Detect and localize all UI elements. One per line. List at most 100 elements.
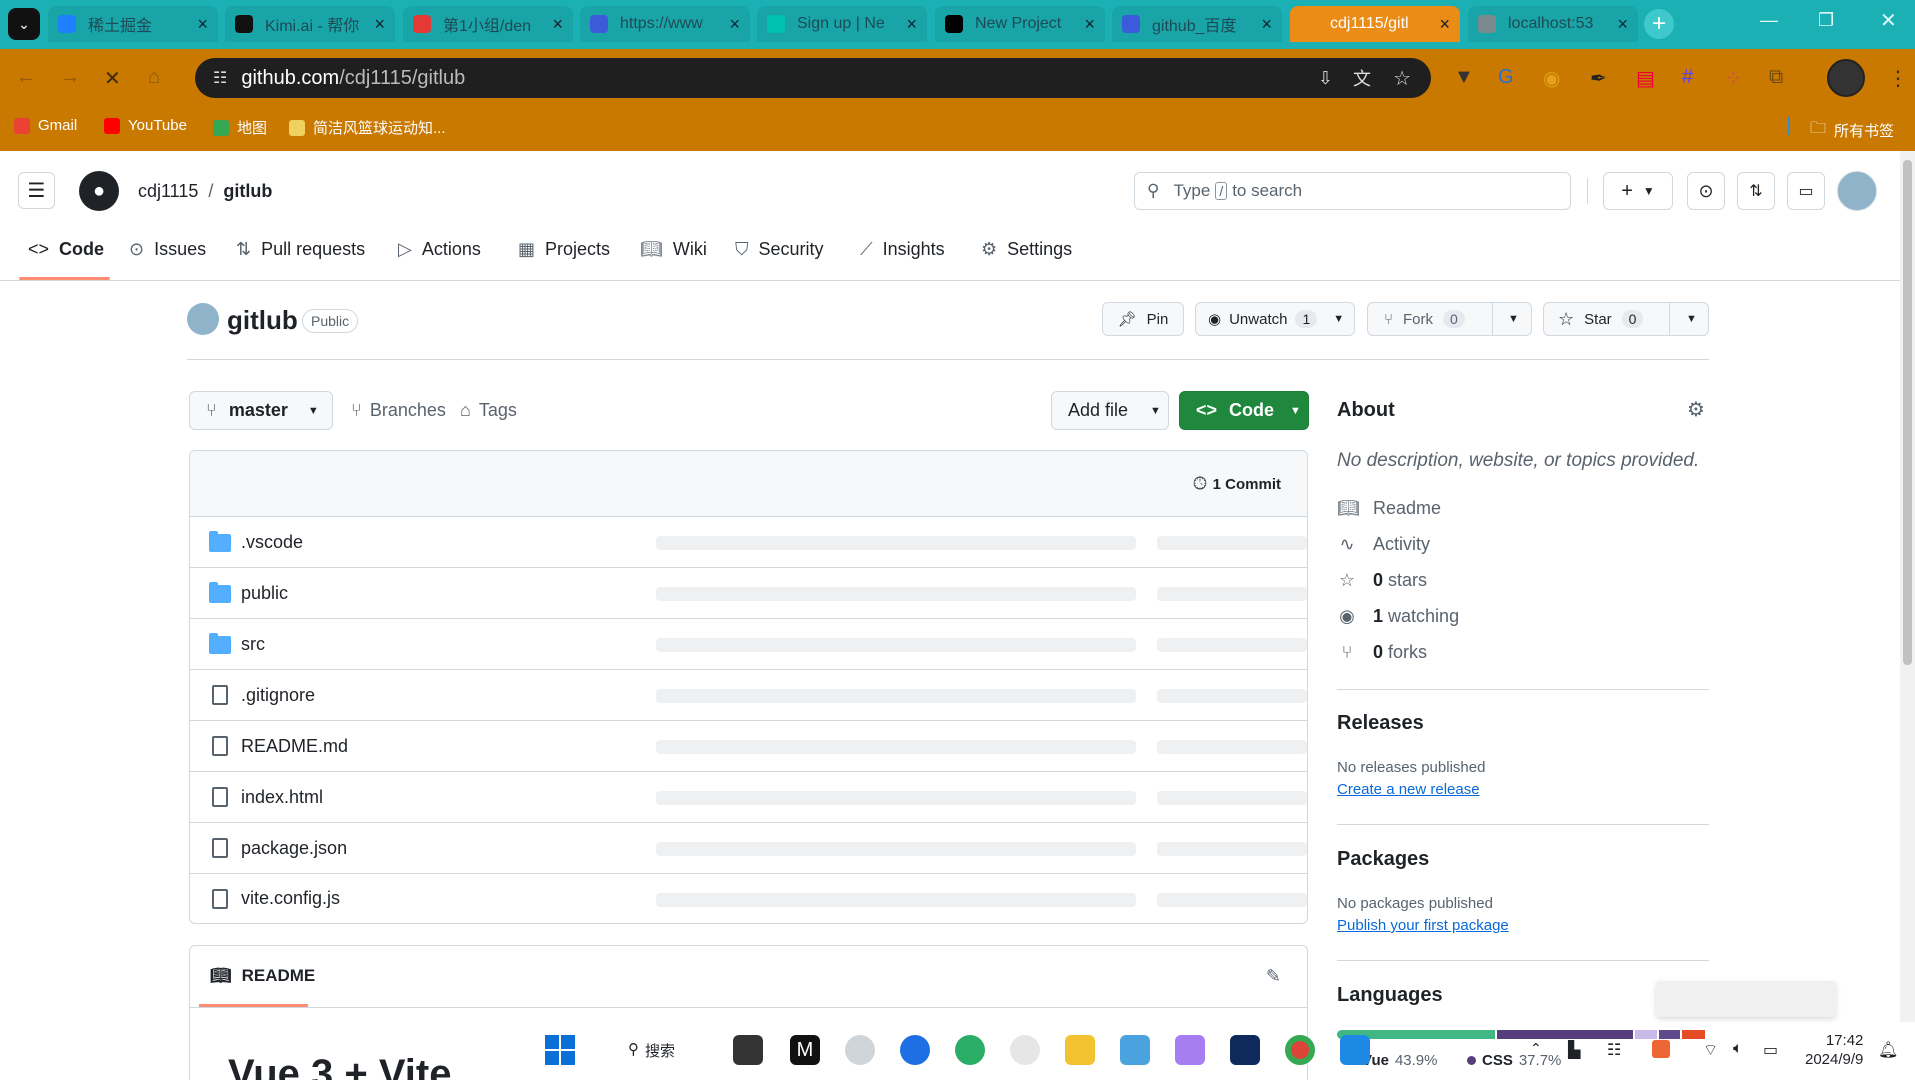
volume-icon[interactable]: 🔈︎ <box>1733 1040 1743 1058</box>
tray-red-app-icon[interactable] <box>1652 1040 1670 1058</box>
extension-shop-icon[interactable]: ▤ <box>1636 66 1655 91</box>
file-name-link[interactable]: .gitignore <box>241 685 315 706</box>
minimize-window-button[interactable]: — <box>1760 10 1778 31</box>
home-icon[interactable]: ⌂ <box>148 66 160 89</box>
qq-icon[interactable] <box>1010 1035 1040 1065</box>
page-scrollbar-thumb[interactable] <box>1903 160 1912 665</box>
notification-bell-icon[interactable]: 🔔︎ <box>1878 1040 1898 1060</box>
table-row[interactable]: README.md <box>189 720 1307 771</box>
fork-button[interactable]: ⑂ Fork 0 ▼ <box>1367 302 1532 336</box>
activity-link[interactable]: ∿ Activity <box>1337 534 1430 555</box>
tray-ime-icon[interactable]: ☷ <box>1607 1040 1621 1060</box>
teamviewer-icon[interactable] <box>1230 1035 1260 1065</box>
create-release-link[interactable]: Create a new release <box>1337 781 1480 798</box>
profile-avatar[interactable] <box>1827 59 1865 97</box>
readme-tab[interactable]: 📖︎ README <box>210 966 315 986</box>
pull-requests-icon[interactable]: ⇅ <box>1737 172 1775 210</box>
file-name-link[interactable]: .vscode <box>241 532 303 553</box>
tab-actions[interactable]: ▷ Actions <box>398 239 481 260</box>
tab-search-button[interactable]: ⌄ <box>8 8 40 40</box>
browser-tab[interactable]: Kimi.ai - 帮你 × <box>225 6 395 42</box>
browser-tab[interactable]: localhost:53 × <box>1468 6 1638 42</box>
extension-translate-icon[interactable]: G <box>1498 66 1514 89</box>
close-tab-icon[interactable]: × <box>729 14 740 35</box>
releases-title[interactable]: Releases <box>1337 712 1424 735</box>
tab-pull-requests[interactable]: ⇅ Pull requests <box>236 239 365 260</box>
edit-pencil-icon[interactable]: ✎ <box>1266 966 1281 987</box>
issues-icon[interactable]: ⊙ <box>1687 172 1725 210</box>
bookmark-youtube[interactable]: YouTube <box>104 117 187 134</box>
code-button[interactable]: <> Code ▼ <box>1179 391 1309 430</box>
close-tab-icon[interactable]: × <box>552 14 563 35</box>
commits-link[interactable]: 🕓︎ 1 Commit <box>1193 474 1281 494</box>
breadcrumb-repo[interactable]: gitlub <box>223 181 272 202</box>
chrome-icon[interactable] <box>1285 1035 1315 1065</box>
browser-tab[interactable]: New Project × <box>935 6 1105 42</box>
extension-v-icon[interactable]: ▼ <box>1454 66 1474 89</box>
vscode-icon[interactable] <box>1340 1035 1370 1065</box>
file-name-link[interactable]: index.html <box>241 787 323 808</box>
close-window-button[interactable]: ✕ <box>1880 8 1897 33</box>
table-row[interactable]: index.html <box>189 771 1307 822</box>
translate-icon[interactable]: 文 <box>1353 65 1371 91</box>
wechat-icon[interactable] <box>955 1035 985 1065</box>
tab-code[interactable]: <> Code <box>28 239 104 260</box>
branch-select-button[interactable]: ⑂ master ▼ <box>189 391 333 430</box>
app-delta-icon[interactable] <box>900 1035 930 1065</box>
close-tab-icon[interactable]: × <box>1084 14 1095 35</box>
table-row[interactable]: .gitignore <box>189 669 1307 720</box>
new-tab-button[interactable]: + <box>1644 9 1674 39</box>
language-css[interactable]: CSS 37.7% <box>1467 1052 1561 1069</box>
close-tab-icon[interactable]: × <box>197 14 208 35</box>
close-tab-icon[interactable]: × <box>1617 14 1628 35</box>
readme-link[interactable]: 📖︎ Readme <box>1337 498 1441 519</box>
pin-button[interactable]: 📌︎ Pin <box>1102 302 1184 336</box>
app-mountain-icon[interactable] <box>1175 1035 1205 1065</box>
breadcrumb-owner[interactable]: cdj1115 <box>138 181 198 202</box>
stop-loading-icon[interactable]: ✕ <box>104 66 121 91</box>
battery-icon[interactable]: ▭ <box>1763 1040 1778 1060</box>
back-icon[interactable]: ← <box>16 66 36 89</box>
global-menu-button[interactable]: ☰ <box>18 172 55 209</box>
tab-wiki[interactable]: 📖︎ Wiki <box>640 239 707 260</box>
bookmark-maps[interactable]: 地图 <box>213 117 267 138</box>
browser-tab[interactable]: cdj1115/gitl × <box>1290 6 1460 42</box>
file-name-link[interactable]: package.json <box>241 838 347 859</box>
close-tab-icon[interactable]: × <box>906 14 917 35</box>
table-row[interactable]: public <box>189 567 1307 618</box>
address-bar[interactable]: ☷ github.com/cdj1115/gitlub ⇩ 文 ☆ <box>195 58 1431 98</box>
extensions-puzzle-icon[interactable]: ⧉ <box>1769 66 1783 89</box>
forks-link[interactable]: ⑂ 0 forks <box>1337 642 1427 663</box>
tags-link[interactable]: ⌂ Tags <box>460 400 517 421</box>
tab-settings[interactable]: ⚙ Settings <box>981 239 1072 260</box>
browser-tab[interactable]: https://www × <box>580 6 750 42</box>
taskbar-search[interactable]: ⚲ 搜索 <box>628 1040 675 1061</box>
taskview-icon[interactable] <box>733 1035 763 1065</box>
table-row[interactable]: src <box>189 618 1307 669</box>
install-app-icon[interactable]: ⇩ <box>1318 68 1333 89</box>
all-bookmarks[interactable]: 🗀 所有书签 <box>1810 117 1894 144</box>
watching-link[interactable]: ◉ 1 watching <box>1337 606 1459 627</box>
github-logo-icon[interactable]: ● <box>79 171 119 211</box>
branches-link[interactable]: ⑂ Branches <box>351 400 446 421</box>
tab-security[interactable]: ⛉ Security <box>735 239 824 260</box>
extension-grid-icon[interactable]: ⁘ <box>1725 66 1742 91</box>
app-m-icon[interactable]: M <box>790 1035 820 1065</box>
browser-menu-icon[interactable]: ⋮ <box>1888 66 1908 91</box>
table-row[interactable]: package.json <box>189 822 1307 873</box>
bookmark-gmail[interactable]: Gmail <box>14 117 77 134</box>
add-file-button[interactable]: Add file ▼ <box>1051 391 1169 430</box>
table-row[interactable]: .vscode <box>189 516 1307 567</box>
forward-icon[interactable]: → <box>60 66 80 89</box>
inbox-icon[interactable]: ▭ <box>1787 172 1825 210</box>
start-icon[interactable] <box>545 1035 575 1065</box>
search-input[interactable]: ⚲ Type / to search <box>1134 172 1571 210</box>
file-name-link[interactable]: README.md <box>241 736 348 757</box>
file-name-link[interactable]: public <box>241 583 288 604</box>
file-name-link[interactable]: vite.config.js <box>241 888 340 909</box>
restore-window-button[interactable]: ❐ <box>1818 10 1834 31</box>
notepad-icon[interactable] <box>1120 1035 1150 1065</box>
site-info-icon[interactable]: ☷ <box>213 68 227 88</box>
user-avatar[interactable] <box>1837 171 1877 211</box>
packages-title[interactable]: Packages <box>1337 848 1429 871</box>
